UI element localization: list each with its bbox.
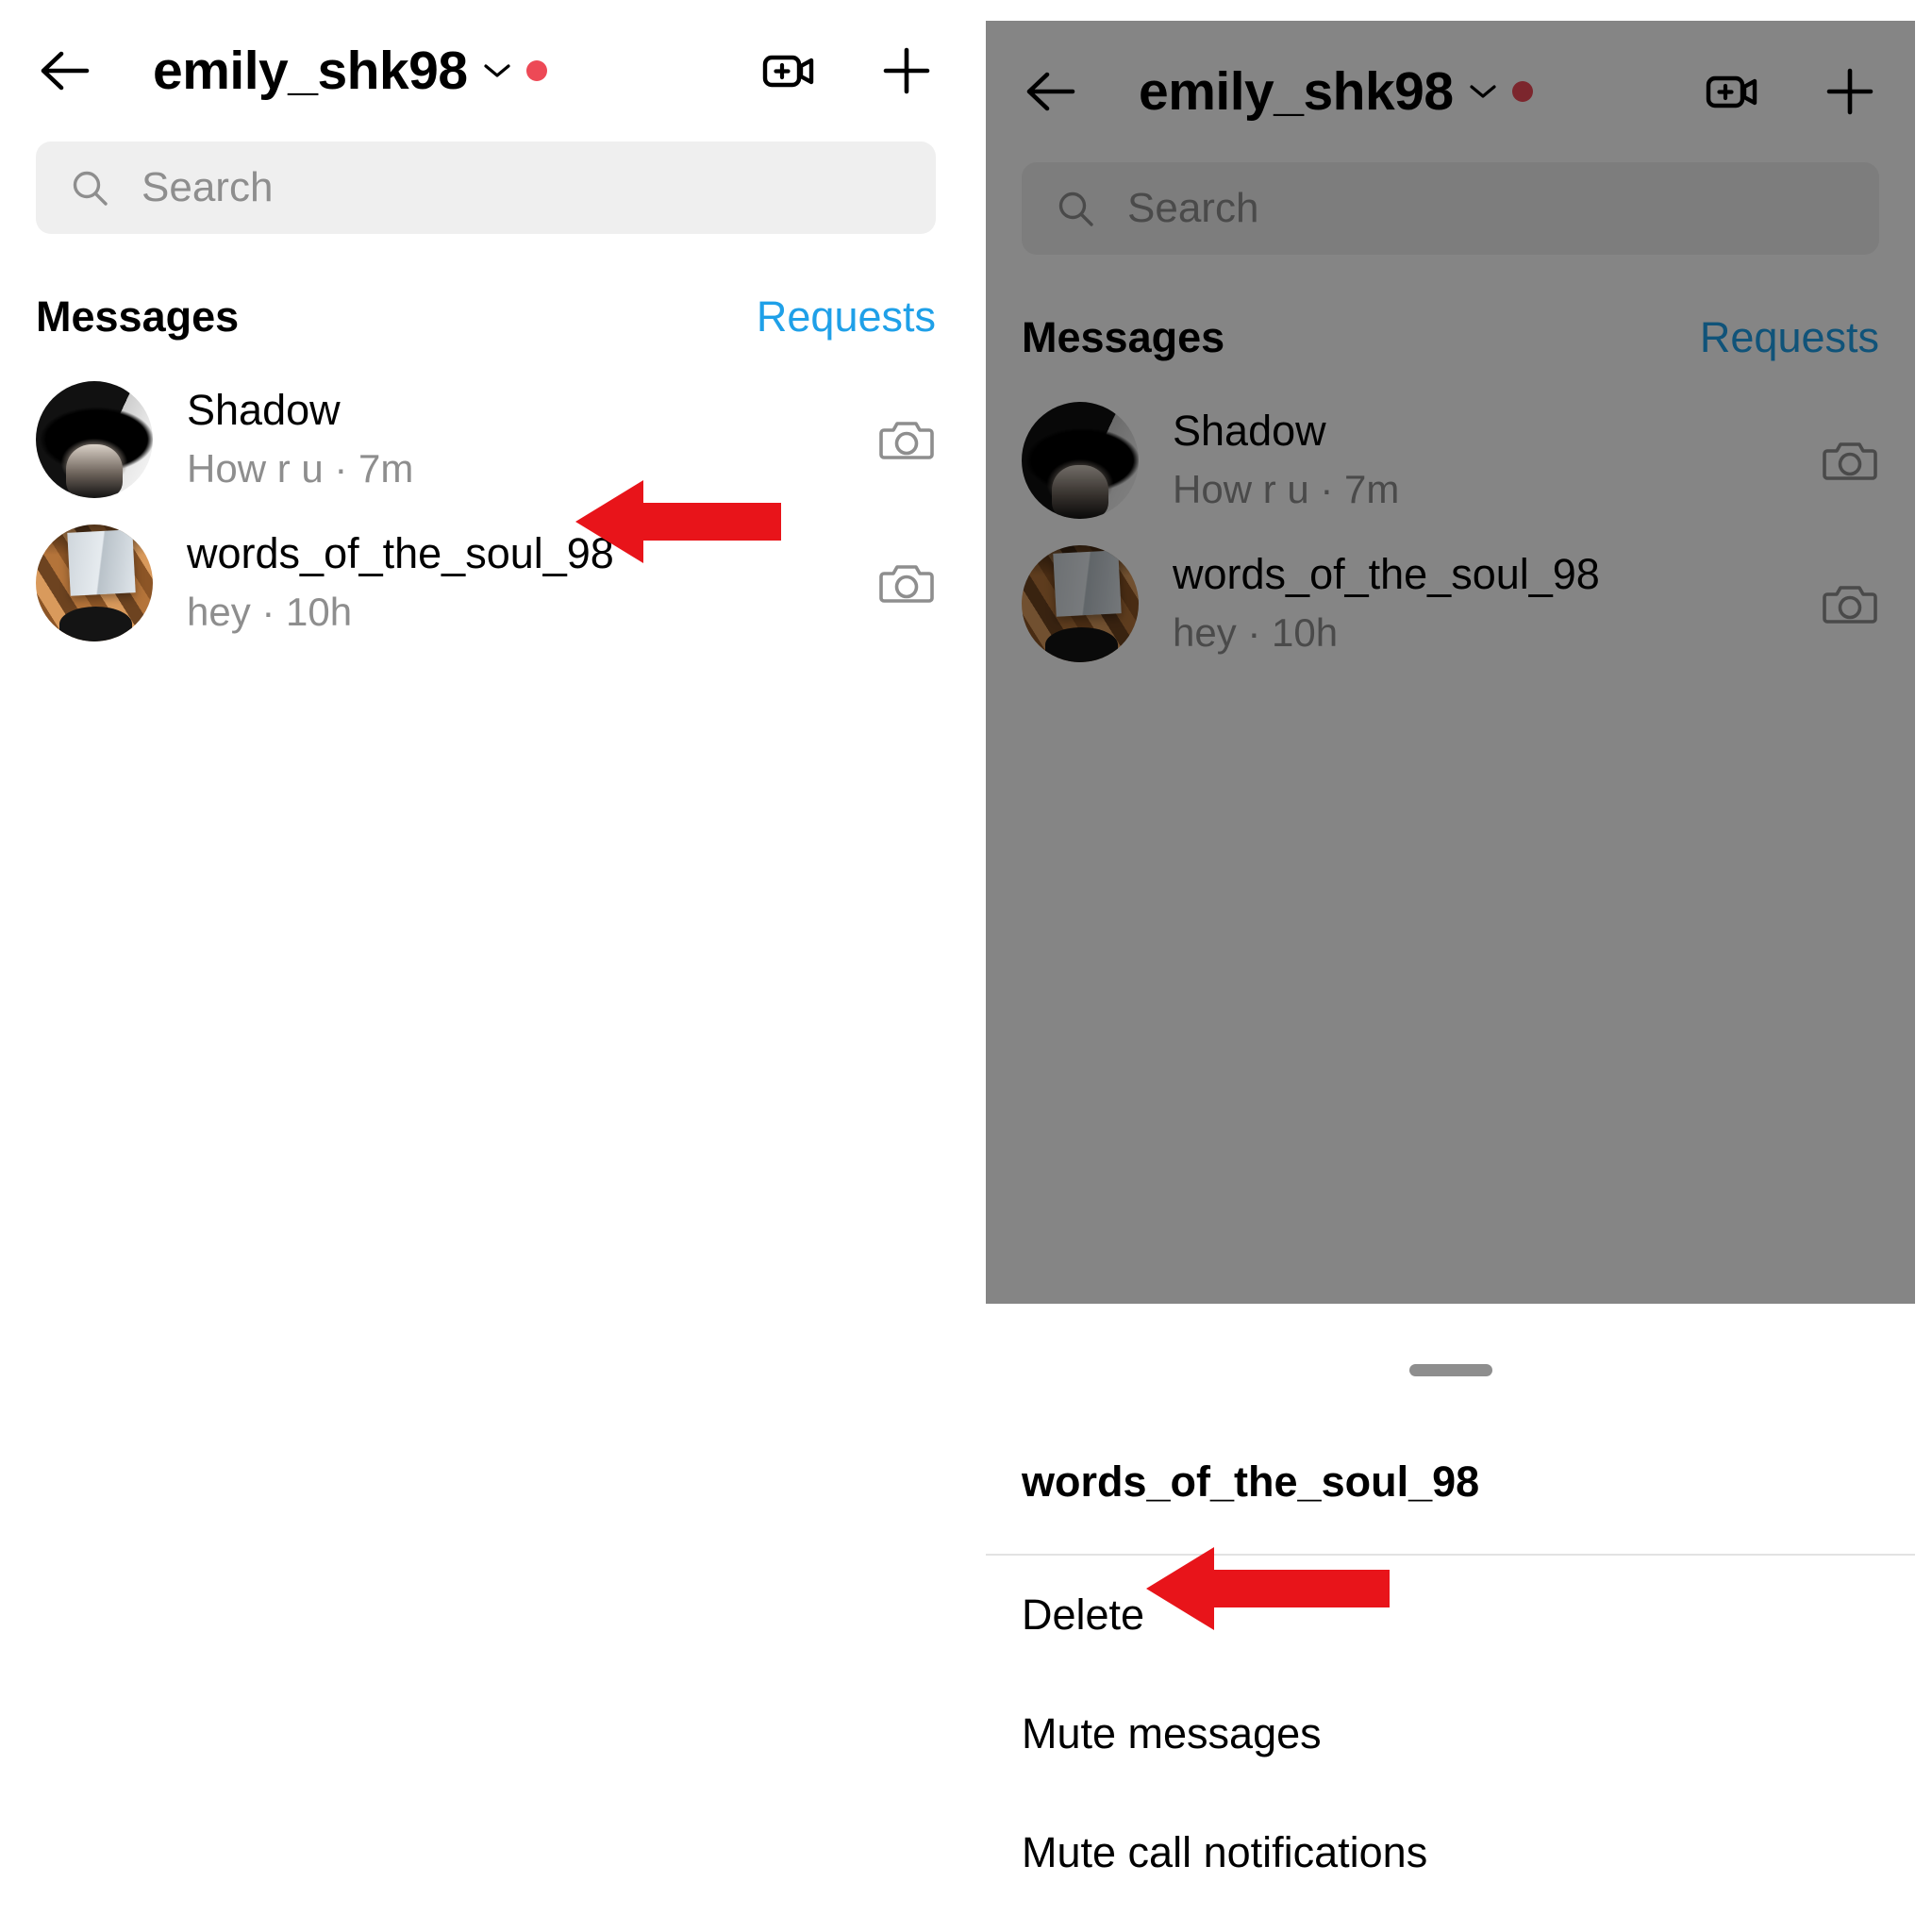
conversation-preview: hey · 10h [1173, 610, 1339, 656]
conversation-name: words_of_the_soul_98 [187, 529, 614, 578]
back-arrow-icon[interactable] [36, 42, 94, 100]
page-title: emily_shk98 [153, 41, 468, 101]
camera-icon[interactable] [877, 410, 936, 469]
camera-icon [1821, 575, 1879, 633]
search-container: Search [0, 142, 972, 234]
app-header: emily_shk98 [986, 21, 1915, 162]
conversation-list: Shadow How r u · 7m words_of_the_soul_98… [986, 389, 1915, 675]
conversation-options-sheet: words_of_the_soul_98 Delete Mute message… [986, 1304, 1915, 1932]
conversation-text: Shadow How r u · 7m [187, 385, 877, 493]
account-switcher[interactable]: emily_shk98 [153, 40, 547, 102]
header-actions [760, 42, 936, 100]
avatar [1022, 402, 1139, 519]
messages-heading: Messages [36, 292, 240, 341]
search-input[interactable]: Search [36, 142, 936, 234]
avatar [36, 525, 153, 641]
camera-icon [1821, 431, 1879, 490]
conversation-name: words_of_the_soul_98 [1173, 550, 1600, 599]
conversation-preview: How r u · 7m [1173, 467, 1400, 512]
conversation-list: Shadow How r u · 7m words_of_the_soul_98… [0, 368, 972, 655]
search-placeholder: Search [142, 164, 274, 210]
search-icon [70, 168, 109, 208]
red-status-dot-icon [525, 60, 547, 81]
requests-link[interactable]: Requests [757, 292, 936, 341]
new-video-call-icon[interactable] [760, 42, 819, 100]
sheet-item-mute-call-notifications[interactable]: Mute call notifications [986, 1793, 1915, 1912]
messages-screen-before: emily_shk98 Search Messages Requests Sha… [0, 0, 972, 1932]
conversation-name: Shadow [187, 386, 341, 435]
red-status-dot-icon [1511, 81, 1533, 102]
section-header: Messages Requests [0, 292, 972, 341]
list-item: words_of_the_soul_98 hey · 10h [986, 532, 1915, 675]
conversation-preview: How r u · 7m [187, 446, 414, 491]
chevron-down-icon [483, 64, 510, 77]
header-actions [1704, 62, 1879, 121]
list-item[interactable]: words_of_the_soul_98 hey · 10h [0, 511, 972, 655]
messages-heading: Messages [1022, 313, 1225, 361]
drag-handle[interactable] [1408, 1364, 1492, 1376]
search-placeholder: Search [1127, 185, 1259, 231]
section-header: Messages Requests [986, 313, 1915, 362]
conversation-text: words_of_the_soul_98 hey · 10h [187, 528, 877, 637]
conversation-text: Shadow How r u · 7m [1173, 406, 1821, 514]
avatar [36, 381, 153, 498]
conversation-name: Shadow [1173, 407, 1326, 456]
messages-screen-after: emily_shk98 Search Messages Requests Sha… [986, 21, 1915, 1932]
app-header: emily_shk98 [0, 0, 972, 142]
chevron-down-icon [1469, 85, 1496, 98]
sheet-item-mute-messages[interactable]: Mute messages [986, 1674, 1915, 1793]
plus-new-message-icon[interactable] [877, 42, 936, 100]
sheet-item-delete[interactable]: Delete [986, 1556, 1915, 1674]
new-video-call-icon[interactable] [1704, 62, 1762, 121]
account-switcher[interactable]: emily_shk98 [1139, 60, 1533, 123]
sheet-title: words_of_the_soul_98 [1022, 1457, 1480, 1506]
page-title: emily_shk98 [1139, 61, 1454, 122]
back-arrow-icon[interactable] [1022, 62, 1080, 121]
conversation-text: words_of_the_soul_98 hey · 10h [1173, 549, 1821, 658]
avatar [1022, 545, 1139, 662]
search-container: Search [986, 162, 1915, 255]
plus-new-message-icon[interactable] [1821, 62, 1879, 121]
requests-link: Requests [1699, 313, 1879, 361]
list-item[interactable]: Shadow How r u · 7m [0, 368, 972, 511]
list-item: Shadow How r u · 7m [986, 389, 1915, 532]
search-icon [1056, 189, 1095, 228]
conversation-preview: hey · 10h [187, 590, 353, 635]
search-input: Search [1022, 162, 1879, 255]
camera-icon[interactable] [877, 554, 936, 612]
